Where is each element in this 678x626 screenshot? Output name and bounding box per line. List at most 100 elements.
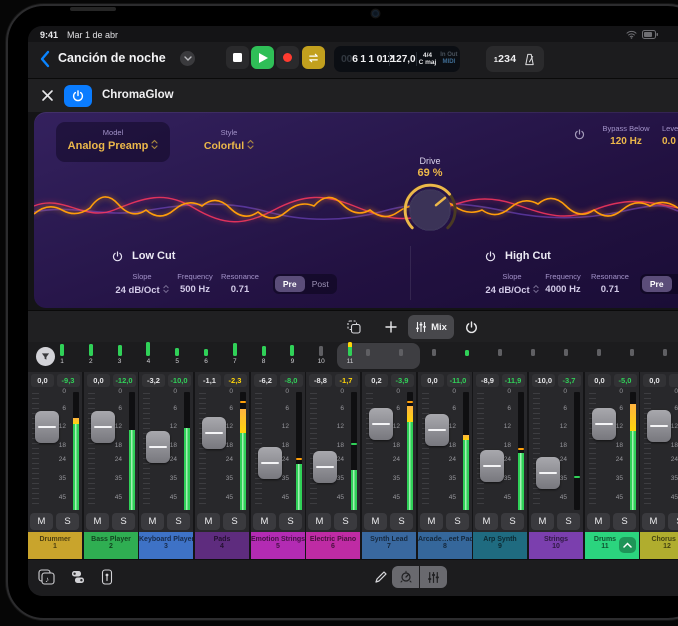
level-control[interactable]: Level 0.0 [662, 124, 678, 147]
close-icon[interactable] [41, 89, 54, 102]
post-button[interactable]: Post [306, 276, 336, 292]
volume-fader[interactable] [536, 457, 560, 489]
peak-readout[interactable]: -10,0 [168, 374, 191, 387]
volume-readout[interactable]: -6,2 [254, 374, 277, 387]
high-cut-resonance[interactable]: Resonance 0.71 [575, 272, 645, 295]
solo-button[interactable]: S [223, 513, 246, 530]
track-name-tab[interactable]: Chorus V 12 [640, 532, 678, 559]
mute-button[interactable]: M [141, 513, 164, 530]
low-cut-power-icon[interactable] [112, 251, 123, 262]
volume-fader[interactable] [258, 447, 282, 479]
track-name-tab[interactable]: Drummer 1 [28, 532, 82, 559]
song-menu-button[interactable] [180, 51, 195, 66]
solo-button[interactable]: S [56, 513, 79, 530]
volume-readout[interactable]: 0,2 [365, 374, 388, 387]
pre-button[interactable]: Pre [275, 276, 305, 292]
volume-fader[interactable] [146, 431, 170, 463]
track-name-tab[interactable]: Arcade…eet Pad 8 [418, 532, 472, 559]
controls-view-button[interactable] [392, 566, 419, 588]
pre-button[interactable]: Pre [642, 276, 672, 292]
volume-fader[interactable] [592, 408, 616, 440]
peak-readout[interactable]: -5,0 [614, 374, 637, 387]
mute-button[interactable]: M [420, 513, 443, 530]
record-button[interactable] [276, 46, 299, 69]
peak-readout[interactable]: -3,7 [558, 374, 581, 387]
volume-fader[interactable] [369, 408, 393, 440]
mute-button[interactable]: M [531, 513, 554, 530]
volume-readout[interactable]: -8,9 [476, 374, 499, 387]
volume-fader[interactable] [480, 450, 504, 482]
style-selector[interactable]: Style Colorful [186, 128, 272, 153]
track-name-tab[interactable]: Keyboard Player 3 [139, 532, 193, 559]
volume-readout[interactable]: 0,0 [643, 374, 666, 387]
drive-knob[interactable] [400, 181, 460, 239]
mute-button[interactable]: M [642, 513, 665, 530]
edit-pencil-icon[interactable] [374, 571, 387, 584]
volume-readout[interactable]: 0,0 [421, 374, 444, 387]
track-name-tab[interactable]: Strings 10 [529, 532, 583, 559]
volume-readout[interactable]: -3,2 [142, 374, 165, 387]
peak-readout[interactable]: -11,9 [502, 374, 525, 387]
back-button[interactable] [38, 50, 52, 68]
track-name-tab[interactable]: Emotion Strings 5 [251, 532, 305, 559]
volume-readout[interactable]: -8,8 [309, 374, 332, 387]
volume-fader[interactable] [647, 410, 671, 442]
bypass-power-icon[interactable] [574, 129, 585, 140]
lcd-display[interactable]: 006 1 1 012 127,0 4/4C maj In OutMIDI [334, 46, 460, 72]
solo-button[interactable]: S [501, 513, 524, 530]
channel-power-button[interactable] [458, 315, 484, 339]
peak-readout[interactable]: -1,7 [335, 374, 358, 387]
solo-button[interactable]: S [279, 513, 302, 530]
connector-icon[interactable] [101, 569, 113, 585]
mute-button[interactable]: M [587, 513, 610, 530]
mix-view-toggle[interactable]: Mix [408, 315, 454, 339]
cycle-button[interactable] [302, 46, 325, 69]
duplicate-button[interactable] [341, 315, 367, 339]
volume-fader[interactable] [425, 414, 449, 446]
volume-fader[interactable] [313, 451, 337, 483]
plugin-power-button[interactable] [64, 85, 92, 107]
mute-button[interactable]: M [86, 513, 109, 530]
solo-button[interactable]: S [112, 513, 135, 530]
mute-button[interactable]: M [475, 513, 498, 530]
mute-button[interactable]: M [30, 513, 53, 530]
peak-readout[interactable]: -12,0 [113, 374, 136, 387]
metronome-icon[interactable] [523, 53, 536, 66]
volume-readout[interactable]: 0,0 [87, 374, 110, 387]
add-track-button[interactable] [378, 315, 404, 339]
volume-fader[interactable] [91, 411, 115, 443]
volume-readout[interactable]: 0,0 [588, 374, 611, 387]
bypass-below-control[interactable]: Bypass Below 120 Hz [586, 124, 666, 147]
high-cut-power-icon[interactable] [485, 251, 496, 262]
peak-readout[interactable]: -8,0 [280, 374, 303, 387]
solo-button[interactable]: S [334, 513, 357, 530]
volume-readout[interactable]: 0,0 [31, 374, 54, 387]
mixer-view-button[interactable] [420, 566, 447, 588]
volume-readout[interactable]: -10,0 [532, 374, 555, 387]
track-name-tab[interactable]: Synth Lead 7 [362, 532, 416, 559]
collapse-strip-button[interactable] [619, 537, 636, 553]
mute-button[interactable]: M [308, 513, 331, 530]
peak-readout[interactable]: -3,9 [391, 374, 414, 387]
post-button[interactable]: Post [673, 276, 678, 292]
solo-button[interactable]: S [613, 513, 636, 530]
play-button[interactable] [251, 46, 274, 69]
mute-button[interactable]: M [253, 513, 276, 530]
solo-button[interactable]: S [446, 513, 469, 530]
track-name-tab[interactable]: Pads 4 [195, 532, 249, 559]
peak-readout[interactable] [669, 374, 678, 387]
track-name-tab[interactable]: Electric Piano 6 [306, 532, 360, 559]
model-selector[interactable]: Model Analog Preamp [56, 122, 170, 162]
mute-button[interactable]: M [364, 513, 387, 530]
peak-readout[interactable]: -11,0 [447, 374, 470, 387]
volume-fader[interactable] [202, 417, 226, 449]
media-library-icon[interactable] [70, 569, 86, 585]
count-in-button[interactable]: 1234 [494, 53, 517, 65]
loop-browser-icon[interactable]: ♪ [38, 569, 55, 585]
low-cut-resonance[interactable]: Resonance 0.71 [205, 272, 275, 295]
solo-button[interactable]: S [668, 513, 678, 530]
stop-button[interactable] [226, 46, 249, 69]
track-name-tab[interactable]: Arp Synth 9 [473, 532, 527, 559]
volume-fader[interactable] [35, 411, 59, 443]
peak-readout[interactable]: -9,3 [57, 374, 80, 387]
